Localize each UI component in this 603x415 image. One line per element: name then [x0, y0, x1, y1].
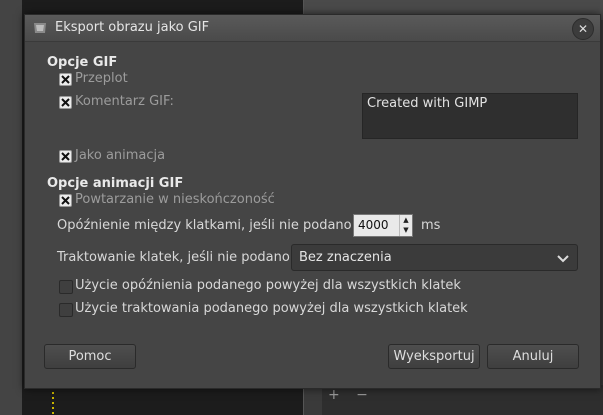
frame-delay-spinbox[interactable]: 4000 ▲ ▼	[353, 214, 413, 237]
gimp-app-icon	[33, 21, 47, 34]
use-delay-all-label: Użycie opóźnienia podanego powyżej dla w…	[75, 278, 461, 293]
loop-forever-checkbox[interactable]	[59, 194, 72, 207]
dock-add-remove-buttons[interactable]: + −	[328, 387, 374, 403]
frame-delay-stepper[interactable]: ▲ ▼	[399, 215, 412, 236]
export-button[interactable]: Wyeksportuj	[388, 344, 480, 369]
frame-disposal-label: Traktowanie klatek, jeśli nie podano:	[57, 250, 295, 265]
help-button[interactable]: Pomoc	[44, 344, 136, 369]
use-delay-all-checkbox-row[interactable]: Użycie opóźnienia podanego powyżej dla w…	[59, 278, 509, 295]
interlace-checkbox-row[interactable]: Przeplot	[59, 71, 209, 88]
use-disposal-all-checkbox-row[interactable]: Użycie traktowania podanego powyżej dla …	[59, 301, 509, 318]
comment-checkbox[interactable]	[59, 96, 72, 109]
frame-delay-unit: ms	[421, 218, 441, 233]
as-animation-checkbox[interactable]	[59, 150, 72, 163]
frame-delay-label: Opóźnienie między klatkami, jeśli nie po…	[57, 218, 356, 233]
animation-options-heading: Opcje animacji GIF	[47, 176, 184, 191]
loop-forever-label: Powtarzanie w nieskończoność	[75, 192, 275, 207]
spin-down-icon[interactable]: ▼	[400, 225, 412, 235]
selection-marching-ants	[52, 392, 54, 415]
use-disposal-all-checkbox[interactable]	[59, 303, 73, 317]
frame-delay-value[interactable]: 4000	[358, 218, 389, 232]
gif-options-heading: Opcje GIF	[47, 55, 118, 70]
chevron-down-icon	[557, 252, 569, 267]
use-disposal-all-label: Użycie traktowania podanego powyżej dla …	[75, 301, 468, 316]
close-button[interactable]: ✕	[572, 18, 594, 40]
canvas-ruler	[0, 0, 22, 415]
interlace-checkbox[interactable]	[59, 73, 72, 86]
frame-disposal-value: Bez znaczenia	[299, 250, 392, 265]
gif-comment-textarea[interactable]: Created with GIMP	[362, 93, 578, 139]
interlace-label: Przeplot	[75, 71, 128, 86]
as-animation-label: Jako animacja	[75, 148, 166, 163]
spin-up-icon[interactable]: ▲	[400, 215, 412, 225]
frame-disposal-select[interactable]: Bez znaczenia	[291, 244, 578, 271]
export-gif-dialog: Eksport obrazu jako GIF ✕ Opcje GIF Prze…	[24, 14, 601, 389]
comment-checkbox-row[interactable]: Komentarz GIF:	[59, 94, 259, 111]
cancel-button[interactable]: Anuluj	[487, 344, 579, 369]
dialog-title: Eksport obrazu jako GIF	[55, 20, 210, 35]
use-delay-all-checkbox[interactable]	[59, 280, 73, 294]
as-animation-checkbox-row[interactable]: Jako animacja	[59, 148, 259, 165]
comment-label: Komentarz GIF:	[75, 94, 174, 109]
loop-forever-checkbox-row[interactable]: Powtarzanie w nieskończoność	[59, 192, 319, 209]
dialog-titlebar[interactable]: Eksport obrazu jako GIF ✕	[25, 15, 600, 42]
close-icon: ✕	[577, 22, 589, 36]
